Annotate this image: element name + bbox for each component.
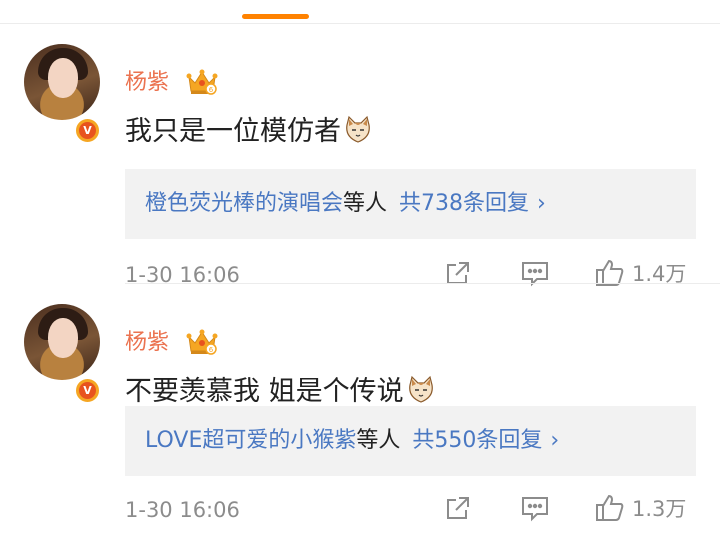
username[interactable]: 杨紫: [125, 69, 169, 97]
username[interactable]: 杨紫: [125, 329, 169, 357]
comment-text-body: 不要羡慕我 姐是个传说: [125, 376, 404, 407]
crown-icon[interactable]: 6: [186, 327, 218, 357]
verified-badge-icon: V: [74, 377, 101, 404]
svg-text:6: 6: [209, 346, 214, 354]
comment-text: 我只是一位模仿者: [125, 114, 373, 150]
comment-item: V 杨紫 6 不要羡慕我 姐是个传说 LOVE超可爱的小猴紫等人 共550条回复 ›…: [0, 284, 720, 544]
like-button[interactable]: 1.3万: [594, 491, 686, 525]
comment-button[interactable]: [520, 491, 550, 525]
reply-etc: 等人: [356, 428, 401, 453]
reply-count[interactable]: 共738条回复: [399, 191, 529, 216]
reply-count[interactable]: 共550条回复: [412, 428, 542, 453]
like-count: 1.3万: [632, 497, 687, 521]
crown-icon[interactable]: 6: [186, 67, 218, 97]
forward-icon: [447, 497, 469, 519]
verified-badge-icon: V: [74, 117, 101, 144]
thumbs-up-icon: [596, 494, 624, 521]
svg-text:6: 6: [209, 86, 214, 94]
forward-button[interactable]: [444, 491, 472, 525]
reply-summary[interactable]: 橙色荧光棒的演唱会等人 共738条回复 ›: [125, 169, 696, 239]
chevron-right-icon[interactable]: ›: [537, 191, 546, 216]
reply-etc: 等人: [343, 191, 388, 216]
timestamp: 1-30 16:06: [125, 498, 240, 522]
cat-emoji-icon: [408, 375, 433, 403]
comment-text-body: 我只是一位模仿者: [125, 116, 341, 147]
reply-names[interactable]: LOVE超可爱的小猴紫: [145, 428, 356, 453]
reply-names[interactable]: 橙色荧光棒的演唱会: [145, 191, 343, 216]
comment-icon: [522, 497, 548, 522]
chevron-right-icon[interactable]: ›: [550, 428, 559, 453]
avatar[interactable]: [24, 44, 100, 120]
reply-summary[interactable]: LOVE超可爱的小猴紫等人 共550条回复 ›: [125, 406, 696, 476]
comment-text: 不要羡慕我 姐是个传说: [125, 374, 436, 410]
avatar[interactable]: [24, 304, 100, 380]
comment-item: V 杨紫 6 我只是一位模仿者 橙色荧光棒的演唱会等人 共738条回复 › 1-30…: [0, 24, 720, 287]
tab-indicator: [242, 14, 309, 19]
cat-emoji-icon: [346, 115, 370, 143]
